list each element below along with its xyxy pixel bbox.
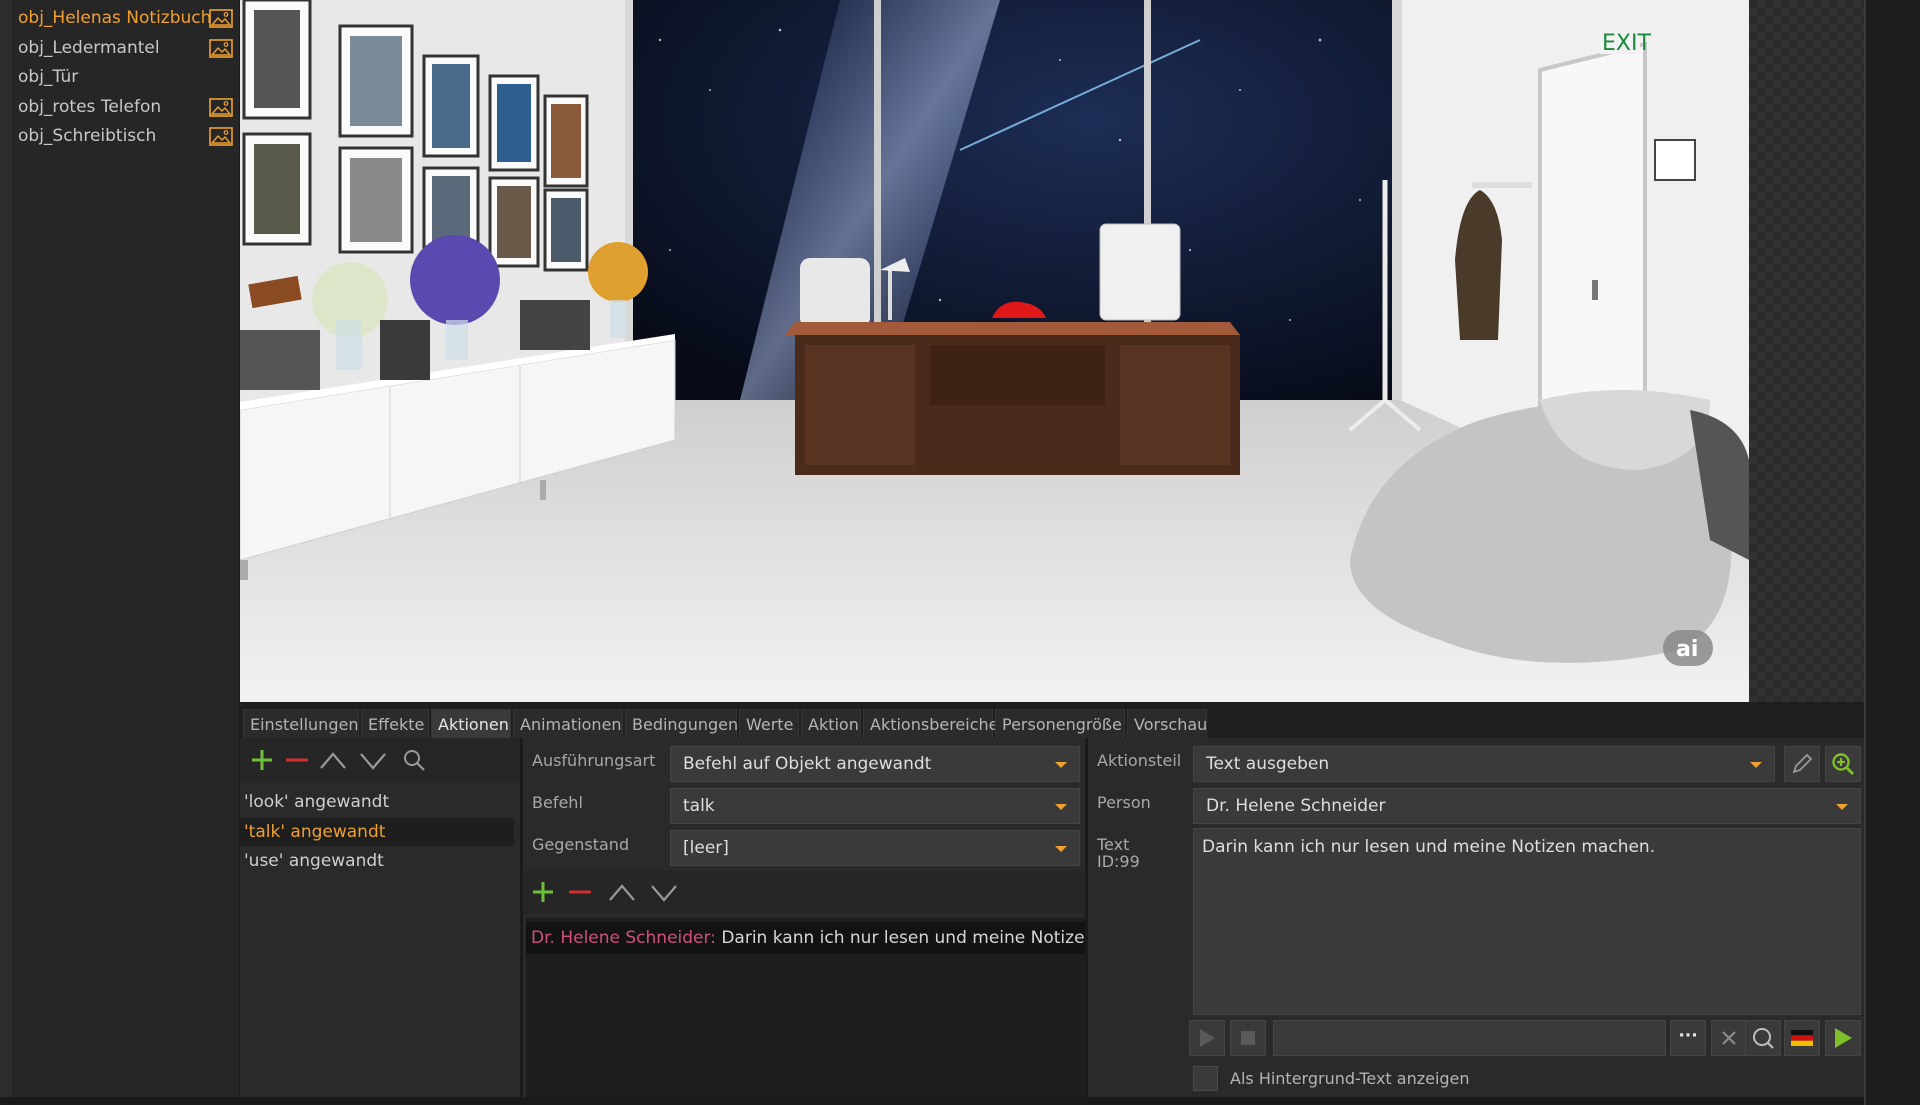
svg-text:ai: ai <box>1676 637 1698 662</box>
object-list-item[interactable]: obj_Tür <box>18 63 236 92</box>
actions-toolbar <box>240 738 520 782</box>
object-label: Gegenstand <box>532 835 630 854</box>
clear-button[interactable] <box>1711 1020 1747 1056</box>
search-icon[interactable] <box>402 748 426 772</box>
search-audio-button[interactable] <box>1745 1020 1781 1056</box>
object-list-panel <box>0 0 240 1097</box>
object-list-item-label: obj_Ledermantel <box>18 37 160 58</box>
tab-3[interactable]: Animationen <box>513 709 623 738</box>
action-list-item[interactable]: 'talk' angewandt <box>240 817 514 846</box>
text-label: Text ID:99 <box>1097 836 1140 870</box>
person-value: Dr. Helene Schneider <box>1206 796 1386 816</box>
scene-preview[interactable]: EXIT ai <box>240 0 1749 702</box>
edit-button[interactable] <box>1784 746 1820 782</box>
object-list-item[interactable]: obj_Helenas Notizbuch <box>18 4 236 33</box>
image-icon[interactable] <box>209 127 233 146</box>
image-icon[interactable] <box>209 38 233 58</box>
move-down-icon[interactable] <box>649 880 679 904</box>
tab-8[interactable]: Personengröße <box>995 709 1125 738</box>
background-text-label: Als Hintergrund-Text anzeigen <box>1230 1069 1470 1088</box>
dialog-row[interactable]: Dr. Helene Schneider: Darin kann ich nur… <box>526 922 1085 954</box>
tab-bar: Einstellungen Effekte Aktionen Animationen B… <box>240 702 1864 738</box>
object-list-item-label: obj_Tür <box>18 67 79 87</box>
object-list-item-label: obj_Schreibtisch <box>18 126 157 146</box>
tab-2[interactable]: Aktionen <box>431 709 511 738</box>
right-edge-line <box>1864 0 1866 1105</box>
pencil-icon <box>1792 753 1813 774</box>
person-label: Person <box>1097 793 1151 812</box>
remove-icon[interactable] <box>284 748 310 772</box>
action-list-item[interactable]: 'use' angewandt <box>240 847 514 875</box>
tab-9[interactable]: Vorschau <box>1127 709 1207 738</box>
german-flag-icon <box>1791 1030 1813 1046</box>
exit-sign: EXIT <box>1602 31 1651 56</box>
chevron-down-icon <box>1055 846 1067 852</box>
play-button[interactable] <box>1189 1020 1225 1056</box>
audio-file-field[interactable] <box>1273 1020 1666 1056</box>
run-button[interactable] <box>1825 1020 1861 1056</box>
tab-5[interactable]: Werte <box>739 709 799 738</box>
execution-value: Befehl auf Objekt angewandt <box>683 754 932 774</box>
stop-icon <box>1241 1031 1255 1045</box>
chevron-down-icon <box>1055 804 1067 810</box>
action-part-value: Text ausgeben <box>1206 754 1330 774</box>
execution-dropdown[interactable]: Befehl auf Objekt angewandt <box>670 746 1080 782</box>
image-icon[interactable] <box>209 9 233 28</box>
command-dropdown[interactable]: talk <box>670 788 1080 824</box>
remove-icon[interactable] <box>567 880 593 904</box>
action-part-label: Aktionsteil <box>1097 751 1182 770</box>
add-icon[interactable] <box>531 880 555 904</box>
text-label-title: Text <box>1097 835 1130 854</box>
action-list-item[interactable]: 'look' angewandt <box>240 788 514 816</box>
dialog-text: Darin kann ich nur lesen und meine Notiz… <box>721 928 1085 948</box>
zoom-button[interactable] <box>1825 746 1861 782</box>
stop-button[interactable] <box>1230 1020 1266 1056</box>
dialog-speaker: Dr. Helene Schneider <box>531 928 711 948</box>
tab-6[interactable]: Aktion <box>801 709 861 738</box>
tab-0[interactable]: Einstellungen <box>243 709 359 738</box>
dialog-toolbar <box>523 870 1085 914</box>
image-icon[interactable] <box>209 97 233 117</box>
object-list-item-label: obj_Helenas Notizbuch <box>18 8 212 28</box>
command-label: Befehl <box>532 793 583 812</box>
object-list-item[interactable]: obj_Ledermantel <box>18 34 236 63</box>
object-value: [leer] <box>683 838 729 858</box>
play-icon <box>1835 1028 1852 1048</box>
scene-image: EXIT ai <box>240 0 1749 702</box>
search-icon <box>1753 1028 1774 1049</box>
more-button[interactable]: ··· <box>1670 1020 1706 1056</box>
tab-4[interactable]: Bedingungen <box>625 709 738 738</box>
close-icon <box>1722 1031 1736 1045</box>
object-list-item-label: obj_rotes Telefon <box>18 96 162 117</box>
move-up-icon[interactable] <box>607 880 637 904</box>
language-button[interactable] <box>1784 1020 1820 1056</box>
execution-label: Ausführungsart <box>532 751 656 770</box>
right-edge <box>1864 0 1920 1105</box>
move-up-icon[interactable] <box>318 748 348 772</box>
person-dropdown[interactable]: Dr. Helene Schneider <box>1193 788 1861 824</box>
bottom-strip <box>0 1097 1864 1105</box>
canvas-background <box>1749 0 1864 702</box>
tab-1[interactable]: Effekte <box>361 709 429 738</box>
add-icon[interactable] <box>250 748 274 772</box>
left-strip <box>0 0 12 1097</box>
background-text-checkbox[interactable] <box>1193 1066 1218 1091</box>
action-part-dropdown[interactable]: Text ausgeben <box>1193 746 1775 782</box>
object-dropdown[interactable]: [leer] <box>670 830 1080 866</box>
text-id: ID:99 <box>1097 852 1140 871</box>
object-list-item[interactable]: obj_rotes Telefon <box>18 93 236 122</box>
text-editor[interactable]: Darin kann ich nur lesen und meine Notiz… <box>1193 828 1861 1015</box>
play-icon <box>1200 1029 1215 1047</box>
chevron-down-icon <box>1055 762 1067 768</box>
tab-7[interactable]: Aktionsbereiche <box>863 709 999 738</box>
chevron-down-icon <box>1836 804 1848 810</box>
zoom-in-icon <box>1832 753 1855 776</box>
ai-watermark: ai <box>1663 630 1713 666</box>
move-down-icon[interactable] <box>358 748 388 772</box>
command-value: talk <box>683 796 715 816</box>
chevron-down-icon <box>1750 762 1762 768</box>
object-list-item[interactable]: obj_Schreibtisch <box>18 122 236 151</box>
